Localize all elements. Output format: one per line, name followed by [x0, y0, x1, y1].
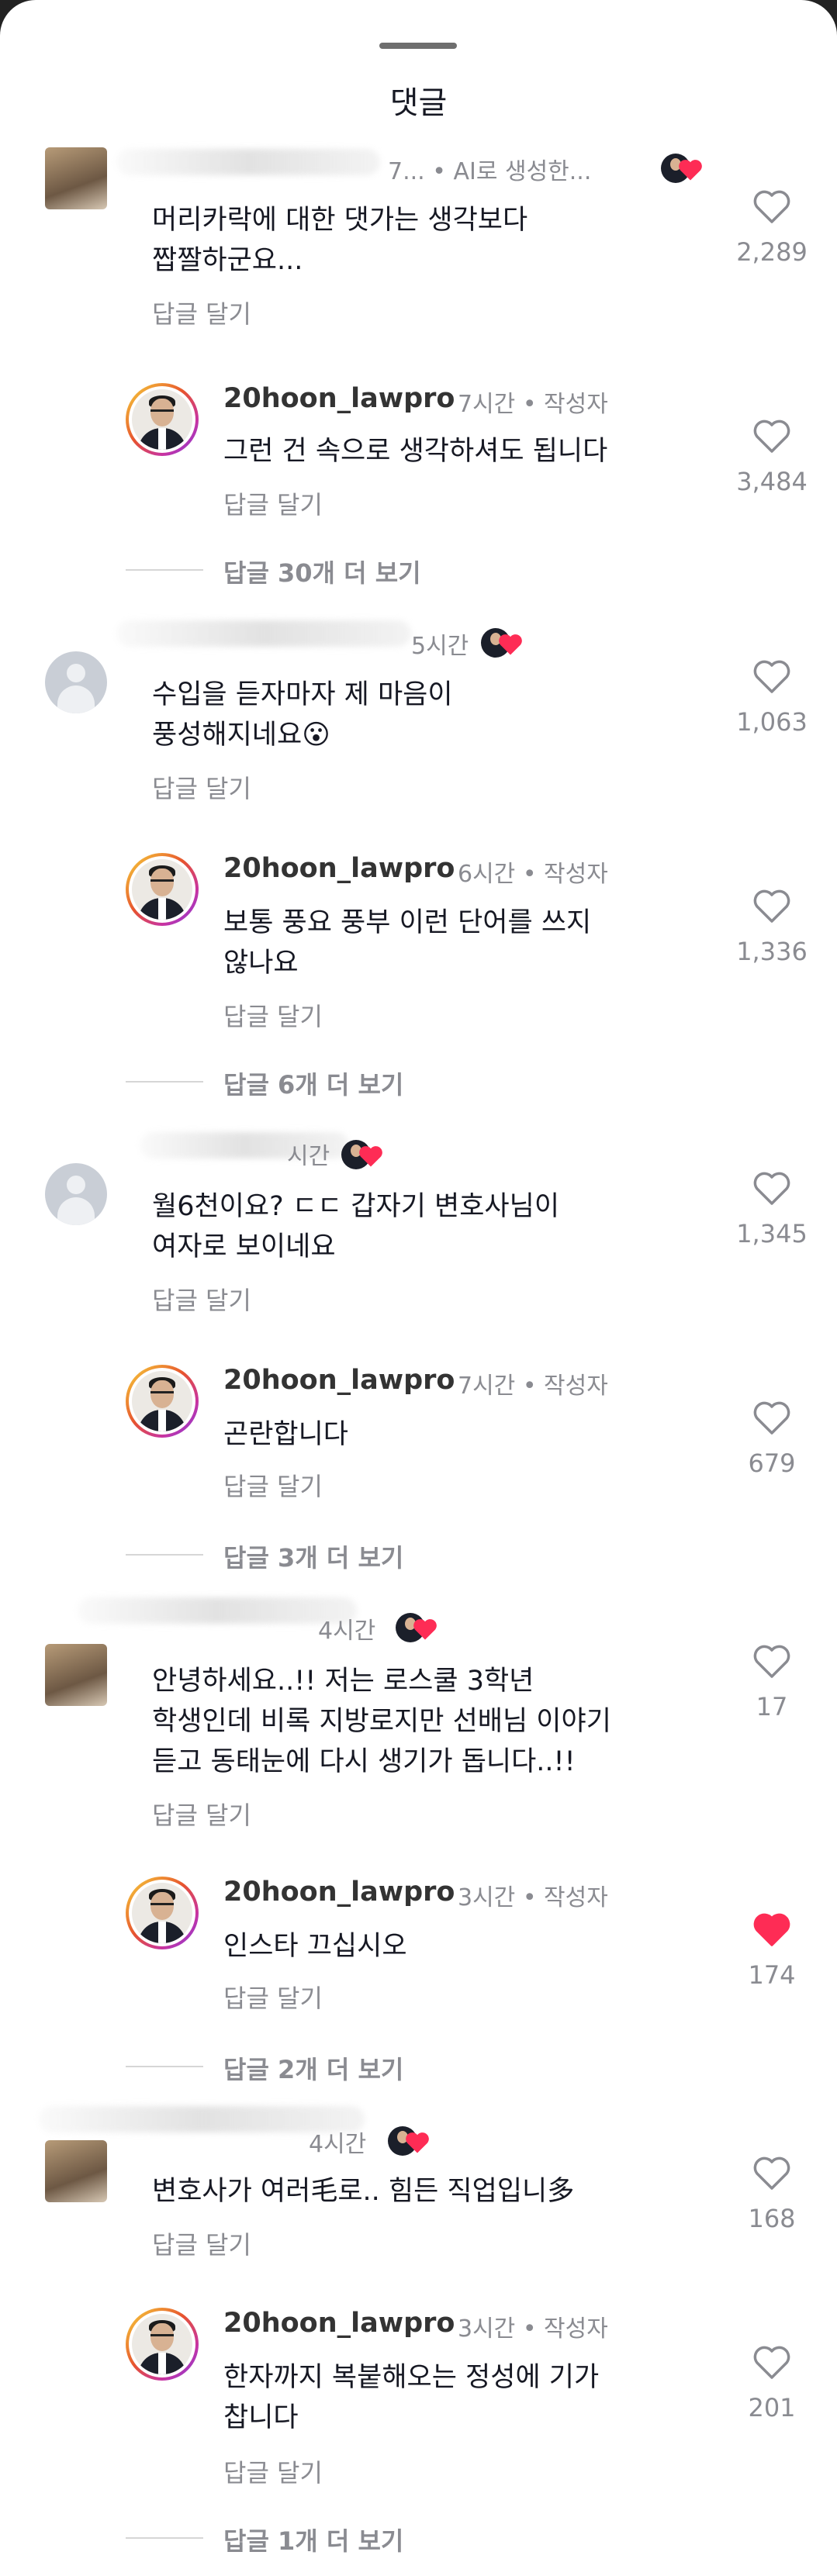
comments-sheet: 댓글 7... • AI로 생성한... 머리카락에 대한 댓가는 생각보다 짭…	[0, 0, 837, 2576]
view-more-replies[interactable]: 답글 6개 더 보기	[223, 1065, 403, 1101]
like-icon[interactable]	[721, 419, 822, 454]
author-reply-text: 곤란합니다	[223, 1419, 349, 1450]
author-reply-text: 한자까지 복붙해오는 정성에 기가 찹니다	[223, 2362, 600, 2433]
reply-button[interactable]: 답글 달기	[223, 2453, 323, 2489]
divider	[126, 1554, 203, 1556]
divider	[126, 2537, 203, 2539]
author-avatar[interactable]	[126, 853, 199, 926]
commenter-avatar[interactable]	[45, 2140, 107, 2202]
redacted-username	[116, 149, 380, 175]
comment-meta: 5시간	[411, 633, 469, 660]
reply-button[interactable]: 답글 달기	[223, 1467, 323, 1503]
commenter-avatar[interactable]	[45, 1163, 107, 1225]
reply-button[interactable]: 답글 달기	[152, 2226, 251, 2261]
author-reply-meta: 7시간 • 작성자	[458, 391, 608, 418]
author-reply-text: 인스타 끄십시오	[223, 1931, 407, 1962]
author-reply-meta: 6시간 • 작성자	[458, 861, 608, 888]
reply-button[interactable]: 답글 달기	[152, 1796, 251, 1832]
creator-liked-badge-icon	[661, 154, 706, 185]
commenter-avatar[interactable]	[45, 1644, 107, 1706]
author-reply-text: 그런 건 속으로 생각하셔도 됩니다	[223, 436, 608, 467]
comment-text: 안녕하세요..!! 저는 로스쿨 3학년 학생인데 비록 지방로지만 선배님 이…	[152, 1666, 611, 1777]
reply-button[interactable]: 답글 달기	[152, 1281, 251, 1317]
reply-button[interactable]: 답글 달기	[152, 769, 251, 805]
like-count: 3,484	[736, 467, 808, 496]
author-reply-meta: 3시간 • 작성자	[458, 1884, 608, 1911]
creator-liked-badge-icon	[388, 2126, 433, 2157]
view-more-replies[interactable]: 답글 1개 더 보기	[223, 2522, 403, 2557]
like-count: 174	[748, 1960, 796, 1990]
like-count: 201	[748, 2393, 796, 2422]
author-username[interactable]: 20hoon_lawpro	[223, 853, 455, 884]
creator-liked-badge-icon	[481, 628, 526, 659]
like-icon[interactable]	[721, 1171, 822, 1207]
divider	[126, 569, 203, 571]
sheet-title: 댓글	[389, 85, 448, 121]
divider	[126, 2066, 203, 2067]
like-icon[interactable]	[721, 189, 822, 225]
author-username[interactable]: 20hoon_lawpro	[223, 383, 455, 414]
author-avatar[interactable]	[126, 1365, 199, 1438]
like-icon[interactable]	[721, 2345, 822, 2381]
author-username[interactable]: 20hoon_lawpro	[223, 1365, 455, 1396]
author-avatar[interactable]	[126, 383, 199, 456]
comment-text: 변호사가 여러毛로.. 힘든 직업입니多	[152, 2176, 575, 2207]
drag-handle[interactable]	[379, 43, 457, 49]
like-count: 1,063	[736, 707, 808, 737]
divider	[126, 1081, 203, 1083]
like-count: 1,336	[736, 937, 808, 966]
comment-meta: 7... • AI로 생성한...	[388, 158, 592, 185]
reply-button[interactable]: 답글 달기	[223, 1979, 323, 2015]
like-count: 679	[748, 1449, 796, 1478]
creator-liked-badge-icon	[341, 1140, 386, 1171]
comment-meta: 시간	[287, 1143, 330, 1170]
author-avatar[interactable]	[126, 2308, 199, 2381]
author-reply-meta: 3시간 • 작성자	[458, 2315, 608, 2343]
commenter-avatar[interactable]	[45, 147, 107, 209]
like-count: 2,289	[736, 237, 808, 267]
like-icon[interactable]	[721, 1644, 822, 1680]
view-more-replies[interactable]: 답글 3개 더 보기	[223, 1538, 403, 1574]
like-count: 168	[748, 2204, 796, 2233]
view-more-replies[interactable]: 답글 30개 더 보기	[223, 554, 421, 589]
like-count: 1,345	[736, 1219, 808, 1248]
like-count: 17	[756, 1692, 788, 1721]
author-username[interactable]: 20hoon_lawpro	[223, 1877, 455, 1908]
liked-heart-icon[interactable]	[721, 1912, 822, 1948]
like-icon[interactable]	[721, 889, 822, 924]
reply-button[interactable]: 답글 달기	[223, 485, 323, 521]
reply-button[interactable]: 답글 달기	[223, 997, 323, 1033]
like-icon[interactable]	[721, 659, 822, 695]
like-icon[interactable]	[721, 2156, 822, 2191]
comment-text: 월6천이요? ㄷㄷ 갑자기 변호사님이 여자로 보이네요	[152, 1191, 560, 1262]
view-more-replies[interactable]: 답글 2개 더 보기	[223, 2050, 403, 2086]
author-avatar[interactable]	[126, 1877, 199, 1949]
creator-liked-badge-icon	[396, 1613, 441, 1644]
comment-meta: 4시간	[309, 2131, 367, 2158]
commenter-avatar[interactable]	[45, 651, 107, 713]
author-reply-meta: 7시간 • 작성자	[458, 1373, 608, 1400]
author-username[interactable]: 20hoon_lawpro	[223, 2308, 455, 2339]
like-icon[interactable]	[721, 1400, 822, 1436]
redacted-username	[116, 620, 411, 647]
comment-text: 수입을 듣자마자 제 마음이 풍성해지네요😮	[152, 679, 453, 751]
comment-meta: 4시간	[318, 1618, 376, 1645]
redacted-username	[78, 1597, 357, 1624]
author-reply-text: 보통 풍요 풍부 이런 단어를 쓰지 않나요	[223, 907, 592, 979]
reply-button[interactable]: 답글 달기	[152, 295, 251, 330]
comment-text: 머리카락에 대한 댓가는 생각보다 짭짤하군요...	[152, 205, 528, 276]
